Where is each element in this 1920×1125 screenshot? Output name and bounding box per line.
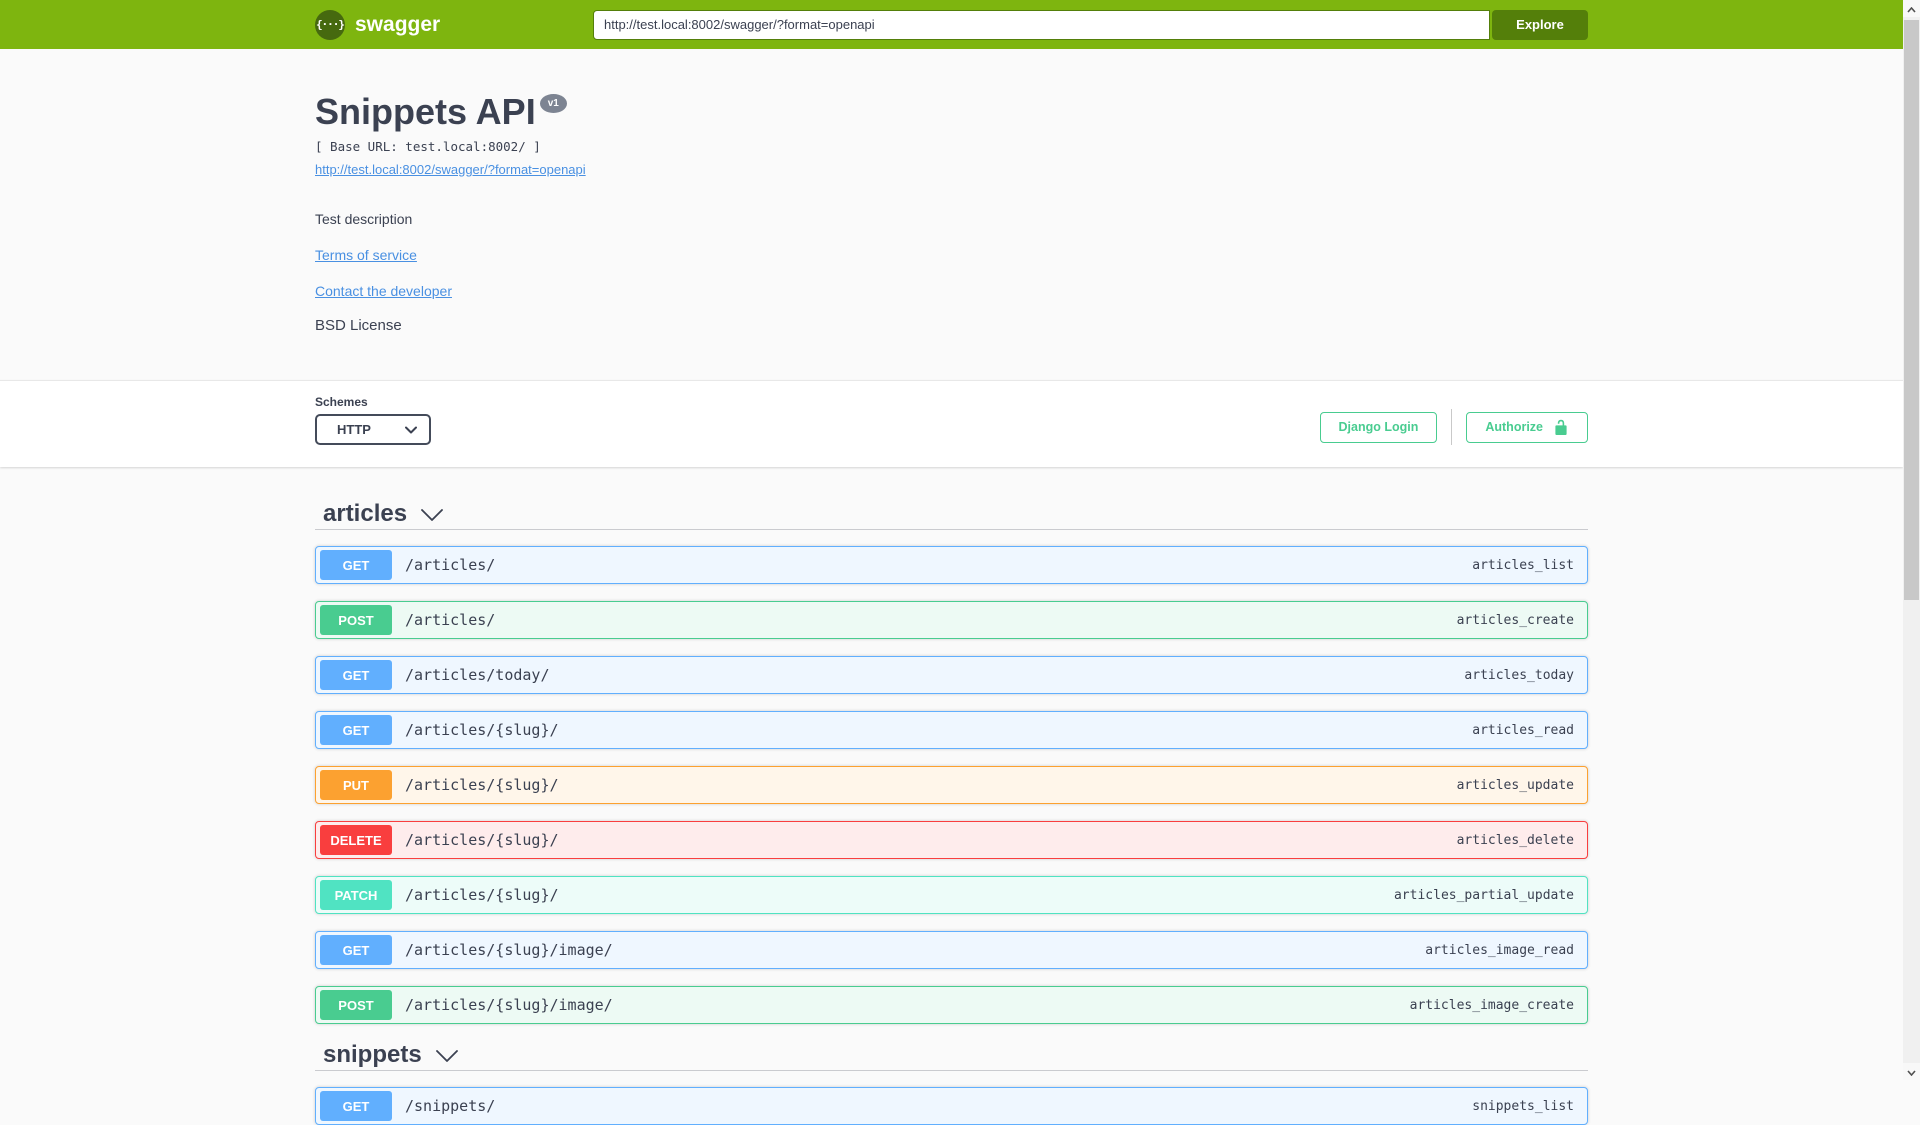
api-section: snippets GET /snippets/ snippets_list [315,1041,1588,1125]
chevron-down-icon [1907,1063,1916,1081]
django-login-label: Django Login [1338,420,1419,434]
base-url: [ Base URL: test.local:8002/ ] [315,139,541,154]
scrollbar-thumb[interactable] [1904,20,1919,600]
opblock-row[interactable]: GET /articles/ articles_list [315,546,1588,584]
operation-id: articles_list [1472,557,1574,573]
schemes-group: Schemes HTTP [315,395,431,445]
method-badge: PUT [320,770,392,800]
section-header[interactable]: snippets [315,1041,1588,1069]
spec-url-input[interactable] [593,9,1490,40]
operation-id: articles_image_read [1425,942,1574,958]
opblock-row[interactable]: DELETE /articles/{slug}/ articles_delete [315,821,1588,859]
operation-path: /articles/ [405,611,496,629]
method-badge: DELETE [320,825,392,855]
opblock-row[interactable]: PATCH /articles/{slug}/ articles_partial… [315,876,1588,914]
chevron-down-icon [405,421,417,439]
schemes-label: Schemes [315,395,368,409]
django-login-button[interactable]: Django Login [1319,411,1438,443]
method-badge: GET [320,715,392,745]
auth-wrapper: Django Login Authorize [1319,409,1588,445]
chevron-down-icon[interactable] [435,1041,458,1069]
operation-id: articles_update [1456,777,1574,793]
operation-id: articles_image_create [1409,997,1574,1013]
api-section: articles GET /articles/ articles_list PO… [315,500,1588,1024]
authorize-label: Authorize [1485,420,1543,434]
operation-id: articles_read [1472,722,1574,738]
swagger-logo-link[interactable]: {···} swagger [315,9,441,40]
authorize-button[interactable]: Authorize [1466,411,1588,443]
operation-id: snippets_list [1472,1098,1574,1114]
method-badge: POST [320,605,392,635]
operation-path: /articles/{slug}/image/ [405,996,613,1014]
api-sections: articles GET /articles/ articles_list PO… [315,500,1588,1125]
method-badge: GET [320,550,392,580]
schemes-select[interactable]: HTTP [315,414,431,445]
topbar: {···} swagger Explore [0,0,1903,49]
explore-button[interactable]: Explore [1492,9,1588,40]
scroll-down-button[interactable] [1903,1063,1920,1080]
terms-of-service-link[interactable]: Terms of service [315,247,417,263]
operation-id: articles_delete [1456,832,1574,848]
chevron-down-icon[interactable] [421,500,443,528]
scrollbar-track[interactable] [1903,0,1920,1080]
opblock-row[interactable]: POST /articles/ articles_create [315,601,1588,639]
swagger-logo-text: swagger [355,12,441,36]
operation-path: /snippets/ [405,1097,496,1115]
opblock-row[interactable]: POST /articles/{slug}/image/ articles_im… [315,986,1588,1024]
explore-form: Explore [593,9,1588,40]
operation-path: /articles/{slug}/ [405,721,559,739]
operations-list: GET /snippets/ snippets_list [315,1071,1588,1125]
divider [1451,409,1453,445]
license-label: BSD License [315,317,402,334]
section-header[interactable]: articles [315,500,1588,528]
operation-id: articles_today [1464,667,1574,683]
operation-path: /articles/{slug}/ [405,886,559,904]
operation-path: /articles/today/ [405,666,550,684]
operation-path: /articles/{slug}/ [405,831,559,849]
method-badge: PATCH [320,880,392,910]
section-title: articles [323,500,408,527]
opblock-row[interactable]: GET /snippets/ snippets_list [315,1087,1588,1125]
scroll-up-button[interactable] [1903,0,1920,17]
swagger-logo-icon: {···} [315,9,345,40]
operations-list: GET /articles/ articles_list POST /artic… [315,530,1588,1024]
contact-developer-link[interactable]: Contact the developer [315,283,452,299]
operation-path: /articles/{slug}/image/ [405,941,613,959]
chevron-up-icon [1907,0,1916,18]
spec-download-link[interactable]: http://test.local:8002/swagger/?format=o… [315,162,586,177]
api-info-section: Snippets API v1 [ Base URL: test.local:80… [0,49,1903,380]
api-description: Test description [315,211,413,227]
method-badge: GET [320,660,392,690]
section-title: snippets [323,1041,422,1068]
scheme-container: Schemes HTTP Django Login Authorize [0,380,1903,467]
method-badge: GET [320,1091,392,1121]
unlock-icon [1553,419,1569,435]
operation-id: articles_create [1456,612,1574,628]
version-badge: v1 [539,94,567,114]
operation-id: articles_partial_update [1393,887,1574,903]
opblock-row[interactable]: GET /articles/{slug}/ articles_read [315,711,1588,749]
operation-path: /articles/{slug}/ [405,776,559,794]
opblock-row[interactable]: PUT /articles/{slug}/ articles_update [315,766,1588,804]
page-title: Snippets API [315,91,536,132]
schemes-selected-value: HTTP [337,422,371,437]
operation-path: /articles/ [405,556,496,574]
method-badge: GET [320,935,392,965]
opblock-row[interactable]: GET /articles/{slug}/image/ articles_ima… [315,931,1588,969]
method-badge: POST [320,990,392,1020]
opblock-row[interactable]: GET /articles/today/ articles_today [315,656,1588,694]
